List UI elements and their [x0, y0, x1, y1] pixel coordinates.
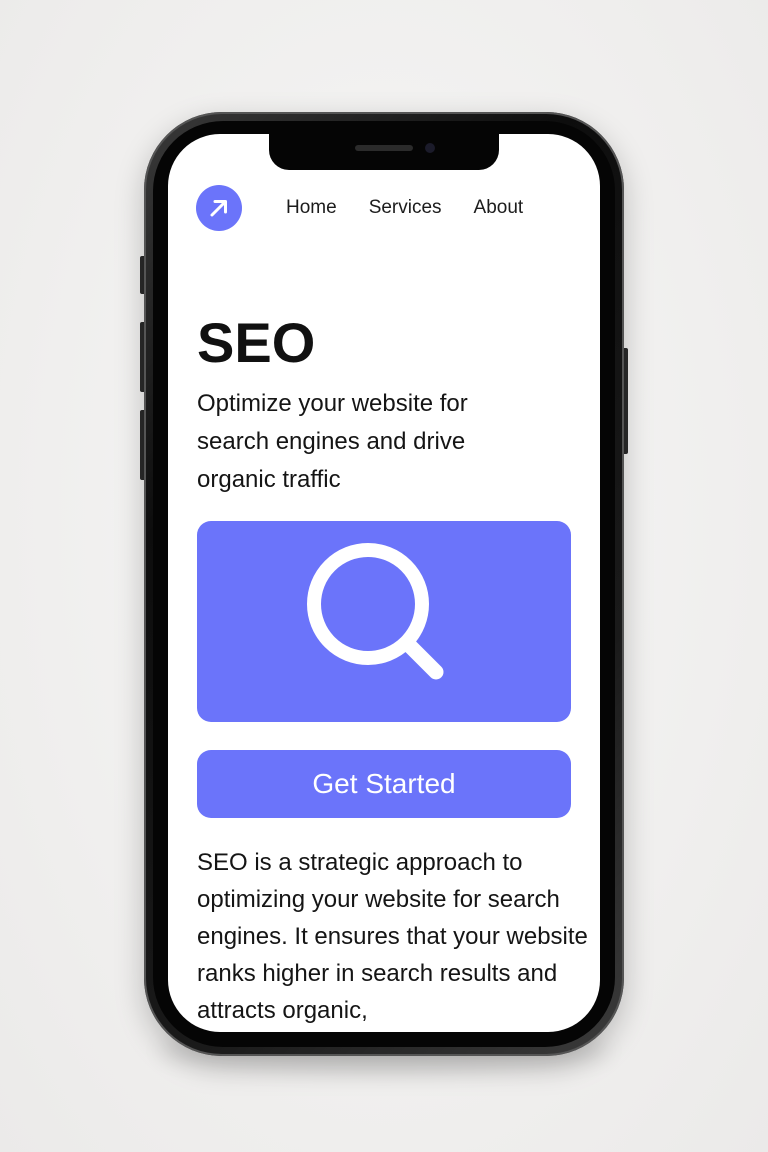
phone-screen: Home Services About SEO Optimize your we…	[168, 134, 600, 1032]
speaker-grille	[355, 145, 413, 151]
notch	[269, 134, 499, 170]
magnifying-glass-icon	[307, 542, 444, 679]
get-started-button[interactable]: Get Started	[197, 750, 571, 818]
nav-links: Home Services About	[286, 197, 523, 219]
page-title: SEO	[197, 311, 316, 374]
front-camera	[425, 143, 435, 153]
nav-item-services[interactable]: Services	[369, 197, 442, 219]
nav-item-home[interactable]: Home	[286, 197, 337, 219]
top-nav: Home Services About	[196, 184, 572, 232]
hero-image	[197, 521, 571, 722]
description-text: SEO is a strategic approach to optimizin…	[197, 849, 588, 1024]
page-subtitle: Optimize your website for search engines…	[197, 390, 468, 493]
mockup-stage: Home Services About SEO Optimize your we…	[0, 0, 768, 1152]
phone-frame: Home Services About SEO Optimize your we…	[144, 112, 624, 1056]
arrow-up-right-icon[interactable]	[196, 185, 242, 231]
nav-item-about[interactable]: About	[474, 197, 524, 219]
